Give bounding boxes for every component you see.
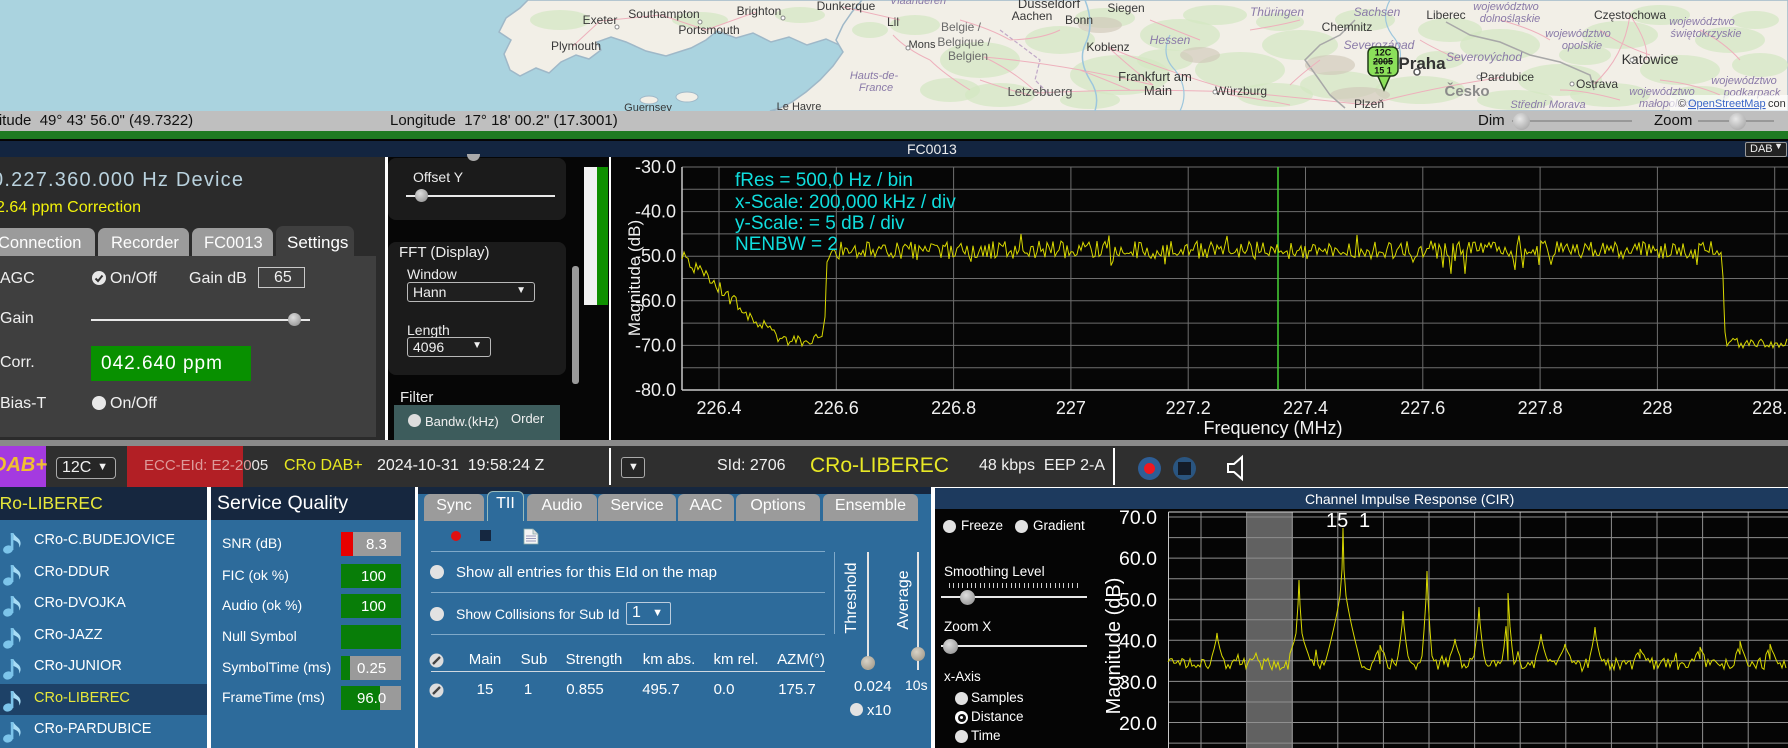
svg-text:Lil: Lil: [887, 15, 899, 29]
svg-text:70.0: 70.0: [1119, 509, 1157, 529]
svg-text:Sachsen: Sachsen: [1354, 5, 1401, 19]
svg-text:©: ©: [1678, 98, 1686, 110]
svg-text:Vlaanderen: Vlaanderen: [890, 0, 946, 7]
svg-text:Letzebuerg: Letzebuerg: [1007, 84, 1072, 99]
svg-text:-70.0: -70.0: [635, 335, 676, 355]
svg-text:Liberec: Liberec: [1426, 8, 1465, 22]
svg-text:Würzburg: Würzburg: [1215, 84, 1267, 98]
svg-text:Pardubice: Pardubice: [1480, 70, 1534, 84]
svg-text:1: 1: [1359, 510, 1370, 532]
svg-text:Magnitude (dB): Magnitude (dB): [1103, 578, 1125, 715]
svg-text:Brighton: Brighton: [737, 4, 782, 18]
svg-text:Bonn: Bonn: [1065, 13, 1093, 27]
svg-text:228: 228: [1642, 398, 1672, 418]
svg-text:Frequency (MHz): Frequency (MHz): [1203, 418, 1342, 438]
svg-text:OpenStreetMap: OpenStreetMap: [1688, 98, 1766, 110]
svg-text:Threshold: Threshold: [843, 562, 860, 633]
svg-text:Česko: Česko: [1444, 82, 1489, 100]
svg-text:województwo: województwo: [1669, 16, 1734, 28]
svg-text:227.4: 227.4: [1283, 398, 1328, 418]
svg-text:Thüringen: Thüringen: [1250, 5, 1304, 19]
svg-text:Severovýchod: Severovýchod: [1446, 50, 1522, 64]
svg-text:opolskie: opolskie: [1562, 40, 1602, 52]
svg-text:województwo: województwo: [1545, 28, 1610, 40]
svg-text:Guernsey: Guernsey: [624, 102, 672, 111]
svg-text:227.6: 227.6: [1400, 398, 1445, 418]
svg-text:227.2: 227.2: [1166, 398, 1211, 418]
svg-text:x-Scale: 200,000 kHz / div: x-Scale: 200,000 kHz / div: [735, 192, 956, 213]
svg-text:226.6: 226.6: [814, 398, 859, 418]
svg-text:226.4: 226.4: [696, 398, 741, 418]
svg-text:Southampton: Southampton: [628, 7, 699, 21]
svg-text:227: 227: [1056, 398, 1086, 418]
svg-text:-30.0: -30.0: [635, 157, 676, 177]
svg-text:województwo: województwo: [1711, 75, 1776, 87]
svg-text:dolnośląskie: dolnośląskie: [1480, 13, 1541, 25]
svg-text:fRes = 500,0 Hz / bin: fRes = 500,0 Hz / bin: [735, 170, 913, 191]
svg-text:con: con: [1768, 98, 1786, 110]
svg-text:15 1: 15 1: [1374, 66, 1392, 76]
svg-text:Koblenz: Koblenz: [1086, 40, 1129, 54]
svg-text:20.0: 20.0: [1119, 713, 1157, 735]
svg-text:-40.0: -40.0: [635, 202, 676, 222]
svg-text:świętokrzyskie: świętokrzyskie: [1671, 28, 1742, 40]
svg-text:Střední Morava: Střední Morava: [1510, 99, 1585, 111]
svg-text:226.8: 226.8: [931, 398, 976, 418]
svg-text:Belgien: Belgien: [948, 49, 988, 63]
svg-text:Belgie /: Belgie /: [941, 20, 982, 34]
svg-text:Plymouth: Plymouth: [551, 39, 601, 53]
svg-text:227.8: 227.8: [1518, 398, 1563, 418]
svg-text:Le Havre: Le Havre: [777, 101, 822, 111]
svg-text:60.0: 60.0: [1119, 548, 1157, 570]
svg-text:y-Scale: = 5 dB / div: y-Scale: = 5 dB / div: [735, 213, 905, 234]
svg-text:Magnitude (dB): Magnitude (dB): [625, 220, 644, 336]
svg-text:Portsmouth: Portsmouth: [678, 23, 739, 37]
svg-text:Praha: Praha: [1398, 54, 1446, 73]
svg-text:Plzeň: Plzeň: [1354, 97, 1384, 111]
svg-text:Aachen: Aachen: [1012, 9, 1053, 23]
svg-text:województwo: województwo: [1473, 1, 1538, 13]
svg-text:Chemnitz: Chemnitz: [1322, 20, 1373, 34]
svg-text:Average: Average: [895, 570, 912, 629]
svg-text:Ostrava: Ostrava: [1576, 77, 1618, 91]
svg-text:Belgique /: Belgique /: [937, 35, 991, 49]
svg-text:Siegen: Siegen: [1107, 1, 1144, 15]
svg-text:Częstochowa: Częstochowa: [1594, 8, 1666, 22]
svg-text:NENBW = 2: NENBW = 2: [735, 234, 838, 255]
svg-text:Hauts-de-: Hauts-de-: [850, 70, 899, 82]
svg-text:228.2: 228.2: [1752, 398, 1788, 418]
svg-text:15: 15: [1326, 510, 1348, 532]
svg-text:Hessen: Hessen: [1150, 33, 1191, 47]
svg-text:France: France: [859, 82, 893, 94]
svg-text:Main: Main: [1144, 83, 1172, 98]
svg-text:Dunkerque: Dunkerque: [817, 0, 876, 13]
svg-text:-80.0: -80.0: [635, 380, 676, 400]
svg-text:Mons: Mons: [909, 39, 936, 51]
svg-text:Exeter: Exeter: [583, 13, 618, 27]
svg-text:Frankfurt am: Frankfurt am: [1118, 69, 1192, 84]
